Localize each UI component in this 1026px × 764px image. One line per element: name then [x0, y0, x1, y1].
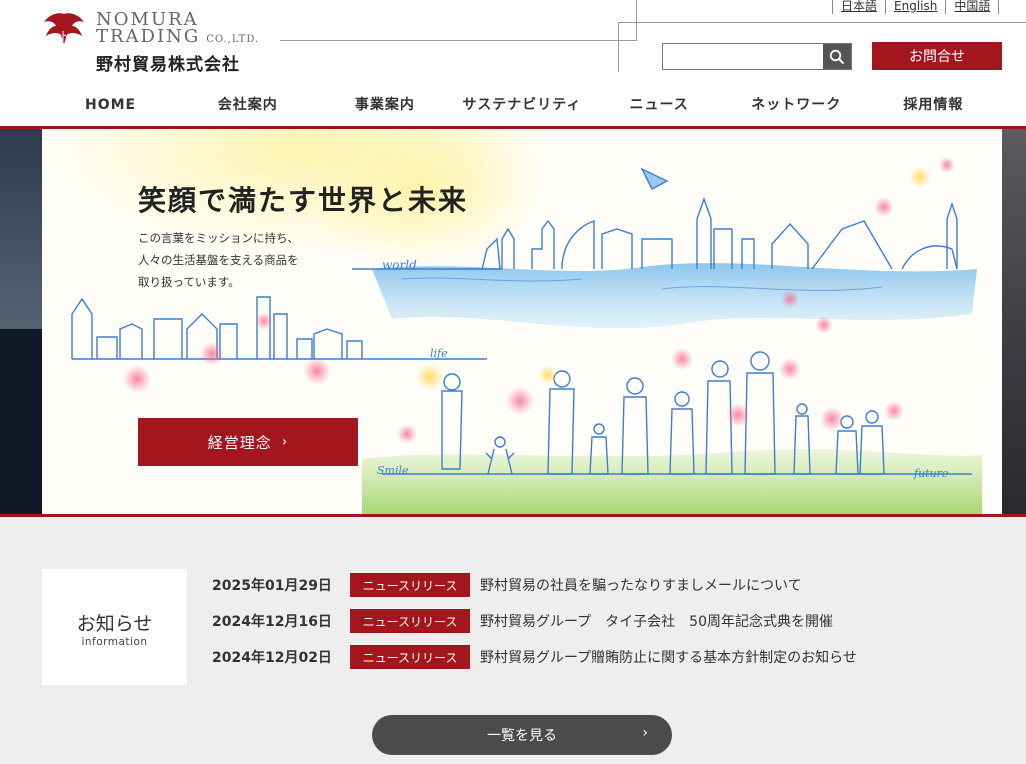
- news-heading-box: お知らせ information: [42, 569, 187, 685]
- lang-chinese-link[interactable]: 中国語: [945, 0, 1000, 14]
- news-item[interactable]: 2024年12月02日 ニュースリリース 野村貿易グループ贈賄防止に関する基本方…: [212, 639, 972, 675]
- news-section: お知らせ information 2025年01月29日 ニュースリリース 野村…: [0, 517, 1026, 764]
- news-date: 2024年12月02日: [212, 650, 332, 666]
- chevron-right-icon: ›: [642, 725, 648, 741]
- nav-business[interactable]: 事業案内: [316, 85, 453, 125]
- lang-japanese-link[interactable]: 日本語: [832, 0, 885, 14]
- news-list: 2025年01月29日 ニュースリリース 野村貿易の社員を騙ったなりすましメール…: [212, 567, 972, 675]
- search-input[interactable]: [663, 44, 823, 69]
- search-button[interactable]: [823, 44, 851, 69]
- company-logo[interactable]: 卜 NOMURA TRADING CO.,LTD. 野村貿易株式会社: [40, 8, 280, 75]
- search-box: [662, 43, 852, 70]
- hero-title: 笑顔で満たす世界と未来: [138, 184, 469, 217]
- illustration-word-world: world: [382, 258, 417, 272]
- header-deco-line: [618, 22, 1026, 23]
- logo-name-ja: 野村貿易株式会社: [96, 55, 240, 75]
- nav-sustainability[interactable]: サステナビリティ: [453, 85, 590, 125]
- hero-description: この言葉をミッションに持ち、 人々の生活基盤を支える商品を 取り扱っています。: [138, 231, 299, 289]
- header-deco-line: [618, 22, 619, 72]
- logo-crest-icon: 卜: [44, 13, 84, 44]
- news-title-link[interactable]: 野村貿易の社員を騙ったなりすましメールについて: [480, 575, 802, 595]
- news-date: 2024年12月16日: [212, 614, 332, 630]
- illustration-word-life: life: [430, 347, 448, 360]
- hero-next-slide-peek[interactable]: [1002, 129, 1026, 515]
- illustration-word-future: future: [913, 467, 949, 480]
- site-header: 卜 NOMURA TRADING CO.,LTD. 野村貿易株式会社 日本語 En…: [0, 0, 1026, 128]
- news-category-badge: ニュースリリース: [350, 609, 470, 633]
- illustration-word-smile: Smile: [377, 464, 409, 477]
- nav-recruit[interactable]: 採用情報: [865, 85, 1002, 125]
- news-item[interactable]: 2025年01月29日 ニュースリリース 野村貿易の社員を騙ったなりすましメール…: [212, 567, 972, 603]
- news-category-badge: ニュースリリース: [350, 645, 470, 669]
- news-title-link[interactable]: 野村貿易グループ贈賄防止に関する基本方針制定のお知らせ: [480, 647, 857, 667]
- nav-company[interactable]: 会社案内: [179, 85, 316, 125]
- hero-slide: world life Smile future 笑顔で満たす世界と未来 この言葉…: [42, 129, 1002, 514]
- header-deco-line: [636, 0, 637, 40]
- nav-news[interactable]: ニュース: [591, 85, 728, 125]
- nav-home[interactable]: HOME: [42, 85, 179, 125]
- news-subheading: information: [81, 636, 148, 648]
- news-date: 2025年01月29日: [212, 578, 332, 594]
- svg-text:卜: 卜: [59, 30, 70, 43]
- nav-network[interactable]: ネットワーク: [728, 85, 865, 125]
- search-icon: [829, 49, 845, 64]
- header-deco-line: [280, 40, 637, 41]
- hero-prev-slide-peek[interactable]: [0, 129, 42, 515]
- news-heading: お知らせ: [76, 613, 153, 635]
- language-switcher: 日本語 English 中国語: [832, 0, 1000, 14]
- news-item[interactable]: 2024年12月16日 ニュースリリース 野村貿易グループ タイ子会社 50周年…: [212, 603, 972, 639]
- main-nav: HOME 会社案内 事業案内 サステナビリティ ニュース ネットワーク 採用情報: [42, 85, 1002, 125]
- news-category-badge: ニュースリリース: [350, 573, 470, 597]
- view-all-news-button[interactable]: 一覧を見る ›: [372, 715, 672, 755]
- logo-name-en-line2: TRADING CO.,LTD.: [96, 26, 260, 47]
- lang-english-link[interactable]: English: [885, 0, 945, 14]
- news-title-link[interactable]: 野村貿易グループ タイ子会社 50周年記念式典を開催: [480, 611, 833, 631]
- contact-button[interactable]: お問合せ: [872, 42, 1002, 70]
- chevron-right-icon: ›: [281, 434, 289, 450]
- management-philosophy-button[interactable]: 経営理念 ›: [138, 418, 358, 466]
